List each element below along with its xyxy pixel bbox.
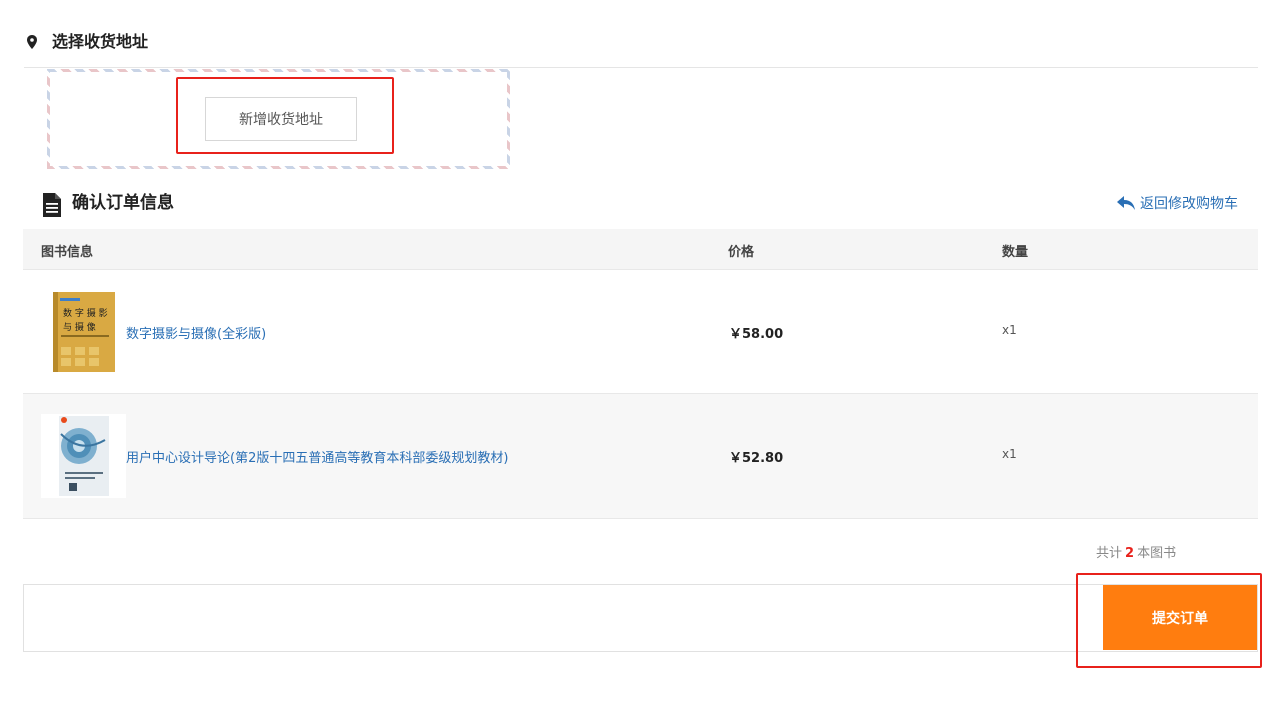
order-table: 图书信息 价格 数量 数 字 摄 影 与 摄 像 数字摄影与摄像(全彩版) ￥5… xyxy=(23,229,1258,519)
column-header-price: 价格 xyxy=(728,245,755,260)
reply-arrow-icon xyxy=(1117,196,1135,210)
submit-bar xyxy=(23,584,1258,652)
location-pin-icon xyxy=(27,35,37,49)
book-title-link[interactable]: 数字摄影与摄像(全彩版) xyxy=(126,323,266,342)
table-header: 图书信息 价格 数量 xyxy=(23,229,1258,270)
address-section-title: 选择收货地址 xyxy=(52,32,149,51)
order-section-header: 确认订单信息 返回修改购物车 xyxy=(24,188,1258,224)
table-row: 数 字 摄 影 与 摄 像 数字摄影与摄像(全彩版) ￥58.00 x1 xyxy=(23,270,1258,394)
submit-order-button[interactable]: 提交订单 xyxy=(1103,585,1257,650)
document-icon xyxy=(43,193,61,217)
total-count: 2 xyxy=(1125,546,1135,561)
table-row: 用户中心设计导论(第2版十四五普通高等教育本科部委级规划教材) ￥52.80 x… xyxy=(23,394,1258,519)
svg-text:与 摄 像: 与 摄 像 xyxy=(63,321,96,333)
book-quantity: x1 xyxy=(1002,447,1017,461)
svg-text:数 字 摄 影: 数 字 摄 影 xyxy=(63,307,108,319)
back-to-cart-label: 返回修改购物车 xyxy=(1140,196,1238,212)
back-to-cart-link[interactable]: 返回修改购物车 xyxy=(1117,193,1238,213)
total-suffix: 本图书 xyxy=(1137,546,1177,561)
book-price: ￥58.00 xyxy=(729,327,784,342)
book-title-link[interactable]: 用户中心设计导论(第2版十四五普通高等教育本科部委级规划教材) xyxy=(126,447,508,466)
order-total-count: 共计 2 本图书 xyxy=(1096,542,1176,561)
column-header-book: 图书信息 xyxy=(41,245,94,260)
address-card: 新增收货地址 xyxy=(47,69,510,169)
book-cover-image[interactable] xyxy=(41,414,126,498)
order-section-title: 确认订单信息 xyxy=(72,193,174,213)
address-section-header: 选择收货地址 xyxy=(24,30,1258,68)
book-quantity: x1 xyxy=(1002,323,1017,337)
column-header-qty: 数量 xyxy=(1002,245,1029,260)
total-prefix: 共计 xyxy=(1096,546,1123,561)
book-price: ￥52.80 xyxy=(729,451,784,466)
book-cover-image[interactable]: 数 字 摄 影 与 摄 像 xyxy=(53,292,115,372)
add-address-button[interactable]: 新增收货地址 xyxy=(205,97,357,141)
